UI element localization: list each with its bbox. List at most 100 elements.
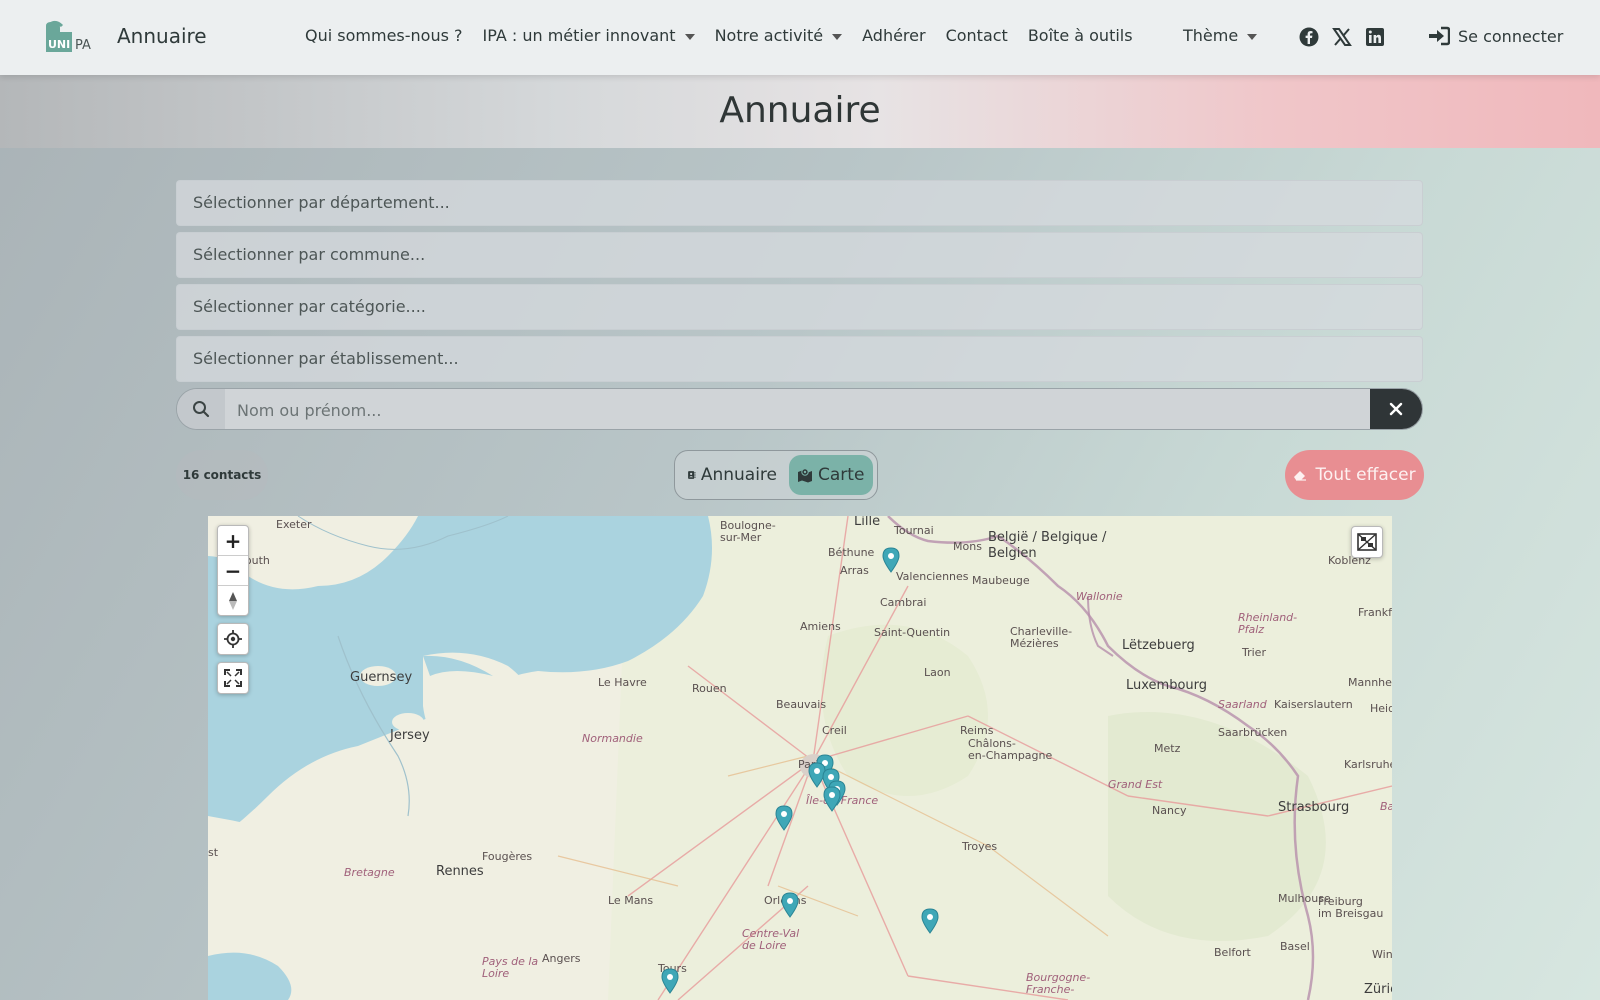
linkedin-icon[interactable] [1365, 27, 1385, 47]
map-label-centre: Centre-Val de Loire [742, 927, 800, 952]
map-label-ba: Ba [1380, 800, 1392, 813]
view-carte-button[interactable]: Carte [789, 455, 873, 495]
view-toggle: Annuaire Carte [674, 450, 878, 500]
map-label-angers: Angers [542, 952, 581, 965]
map-zoom-controls: + − [217, 525, 249, 616]
theme-dropdown[interactable]: Thème [1183, 26, 1258, 45]
map-label-normandie: Normandie [582, 732, 643, 745]
map-label-laon: Laon [924, 666, 951, 679]
contacts-count-badge: 16 contacts [176, 450, 268, 500]
reset-north-button[interactable] [218, 586, 248, 615]
crosshair-icon [224, 630, 242, 648]
caret-down-icon [1247, 33, 1258, 40]
map-label-le-mans: Le Mans [608, 894, 654, 907]
select-departement[interactable]: Sélectionner par département... [176, 180, 1423, 226]
map[interactable]: Exeter Plymouth Boulogne- sur-Mer Lille … [208, 516, 1392, 1000]
map-label-tournai: Tournai [894, 524, 934, 537]
compass-icon [229, 591, 237, 610]
navbar: UNI PA Annuaire Qui sommes-nous ? IPA : … [0, 0, 1600, 75]
map-marker[interactable] [781, 892, 799, 918]
clear-search-button[interactable] [1370, 389, 1422, 429]
map-label-charleville: Charleville- Mézières [1010, 625, 1073, 650]
map-label-belgique: België / Belgique / Belgien [988, 530, 1107, 561]
facebook-icon[interactable] [1299, 27, 1319, 47]
map-label-zurich: Züric [1364, 982, 1392, 997]
menu-item-qui-sommes-nous[interactable]: Qui sommes-nous ? [305, 26, 463, 45]
map-label-letzebuerg: Lëtzebuerg [1122, 638, 1195, 653]
view-carte-label: Carte [818, 465, 865, 485]
close-icon [1389, 402, 1403, 416]
eraser-icon [1294, 471, 1307, 481]
map-label-pays-de-la-loire: Pays de la Loire [482, 955, 539, 980]
menu-item-boite-a-outils[interactable]: Boîte à outils [1028, 26, 1133, 45]
brand-title[interactable]: Annuaire [117, 24, 207, 48]
menu-item-notre-activite[interactable]: Notre activité [715, 26, 843, 45]
map-label-cambrai: Cambrai [880, 596, 927, 609]
map-marker[interactable] [882, 547, 900, 573]
map-label-mulhouse: Mulhouse [1278, 892, 1331, 905]
map-label-reims: Reims [960, 724, 994, 737]
map-marker[interactable] [775, 805, 793, 831]
map-label-nancy: Nancy [1152, 804, 1187, 817]
menu-label: Adhérer [862, 26, 926, 45]
fullscreen-button[interactable] [217, 662, 249, 694]
address-book-icon [688, 471, 696, 479]
caret-down-icon [684, 33, 695, 40]
page-title: Annuaire [719, 90, 881, 131]
select-categorie[interactable]: Sélectionner par catégorie.... [176, 284, 1423, 330]
login-button[interactable]: Se connecter [1428, 26, 1563, 46]
map-label-kaiserslautern: Kaiserslautern [1274, 698, 1353, 711]
map-label-heidelberg: Heide [1370, 702, 1392, 715]
map-label-amiens: Amiens [800, 620, 841, 633]
map-label-grand-est: Grand Est [1108, 778, 1163, 791]
map-label-bourgogne: Bourgogne- Franche- [1026, 971, 1091, 996]
map-label-trier: Trier [1242, 646, 1266, 659]
zoom-in-button[interactable]: + [218, 526, 248, 556]
map-label-beauvais: Beauvais [776, 698, 827, 711]
caret-down-icon [832, 33, 843, 40]
menu-label: Qui sommes-nous ? [305, 26, 463, 45]
map-marker[interactable] [661, 968, 679, 994]
clear-all-label: Tout effacer [1315, 465, 1416, 485]
view-annuaire-button[interactable]: Annuaire [679, 455, 785, 495]
select-etablissement[interactable]: Sélectionner par établissement... [176, 336, 1423, 382]
theme-label: Thème [1183, 26, 1239, 45]
menu-item-adherer[interactable]: Adhérer [862, 26, 925, 45]
map-label-chalons: Châlons- en-Champagne [968, 737, 1053, 762]
menu-label: Boîte à outils [1027, 26, 1133, 45]
map-label-winterthur: Wint [1372, 948, 1392, 961]
map-label-rheinland: Rheinland- Pfalz [1238, 611, 1298, 636]
search-input[interactable] [225, 389, 1370, 429]
menu-item-contact[interactable]: Contact [946, 26, 1008, 45]
map-label-arras: Arras [840, 564, 869, 577]
map-label-lille: Lille [854, 516, 881, 529]
map-layers-button[interactable] [1351, 526, 1383, 558]
map-label-exeter: Exeter [276, 518, 312, 531]
map-label-metz: Metz [1154, 742, 1181, 755]
map-label-luxembourg: Luxembourg [1126, 678, 1208, 693]
map-label-rouen: Rouen [692, 682, 727, 695]
menu-item-ipa-metier[interactable]: IPA : un métier innovant [483, 26, 695, 45]
map-marker[interactable] [921, 908, 939, 934]
map-label-guernsey: Guernsey [350, 670, 413, 685]
map-style-icon [1357, 533, 1377, 551]
menu-label: Contact [945, 26, 1008, 45]
x-icon[interactable] [1332, 27, 1352, 47]
map-label-valenciennes: Valenciennes [896, 570, 969, 583]
select-commune[interactable]: Sélectionner par commune... [176, 232, 1423, 278]
search-bar [176, 388, 1423, 430]
geolocate-button[interactable] [217, 623, 249, 655]
clear-all-button[interactable]: Tout effacer [1285, 450, 1424, 500]
map-label-saarbrucken: Saarbrücken [1218, 726, 1288, 739]
map-label-bethune: Béthune [828, 546, 875, 559]
menu-label: Notre activité [714, 26, 824, 45]
map-label-jersey: Jersey [390, 728, 430, 743]
menu-label: IPA : un métier innovant [482, 26, 676, 45]
zoom-out-button[interactable]: − [218, 556, 248, 586]
map-label-boulogne: Boulogne- sur-Mer [720, 519, 776, 544]
sign-in-icon [1429, 26, 1450, 46]
map-label-karlsruhe: Karlsruhe [1344, 758, 1392, 771]
unipa-logo[interactable]: UNI PA [42, 20, 98, 56]
map-marker[interactable] [823, 786, 841, 812]
map-label-le-havre: Le Havre [598, 676, 647, 689]
